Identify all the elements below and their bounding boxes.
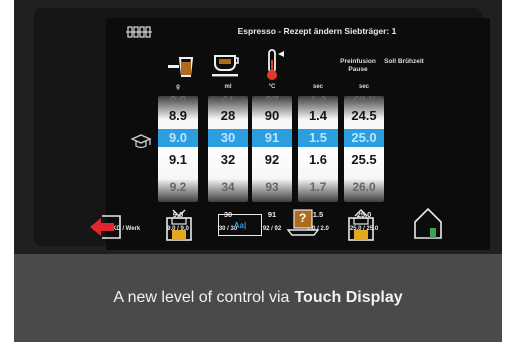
home-icon[interactable] [412, 206, 444, 240]
roller-value: 92 [264, 152, 280, 167]
caption-banner: A new level of control via Touch Display [14, 254, 502, 342]
save-down-icon[interactable] [164, 208, 194, 242]
text-edit-label: Aa| [233, 220, 247, 230]
text-edit-button[interactable]: Aa| [218, 214, 262, 236]
roller-value: 28 [220, 108, 236, 123]
unit-label: °C [268, 84, 276, 90]
unit-label: ml [224, 84, 232, 90]
roller-value: 34 [221, 180, 235, 194]
roller-value: 9.2 [169, 180, 187, 194]
roller-value: 26.0 [352, 180, 376, 194]
roller-value: 24.5 [351, 108, 377, 123]
column-header-preinfusion: Preinfusion Pause [340, 58, 376, 73]
save-up-icon[interactable] [346, 208, 376, 242]
volume-value-roller[interactable]: 27 28 30 32 34 [208, 96, 248, 202]
coffee-grounds-icon [168, 57, 194, 77]
roller-selected-value: 9.0 [158, 129, 198, 147]
cup-icon [212, 55, 239, 77]
help-button[interactable]: ? [286, 208, 320, 238]
temperature-value-roller[interactable]: 89 90 91 92 93 [252, 96, 292, 202]
screen-title: Espresso - Rezept ändern Siebträger: 1 [237, 26, 397, 36]
roller-value: 90 [264, 108, 280, 123]
column-header-bruehzeit: Soll Brühzeit [384, 58, 424, 65]
thermometer-icon [267, 49, 284, 80]
unit-label: sec [312, 84, 323, 90]
roller-value: 8.9 [168, 108, 188, 123]
roller-value: 1.4 [308, 108, 328, 123]
roller-selected-value: 1.5 [298, 129, 338, 147]
graduation-cap-icon[interactable] [130, 134, 152, 150]
grams-value-roller[interactable]: 8.8 8.9 9.0 9.1 9.2 [158, 96, 198, 202]
caption-bold-text: Touch Display [294, 289, 403, 306]
roller-value: 89 [265, 96, 279, 104]
roller-value: 9.1 [168, 152, 188, 167]
roller-selected-value: 25.0 [344, 129, 384, 147]
roller-selected-value: 30 [208, 129, 248, 147]
roller-value: 25.5 [351, 152, 377, 167]
roller-value: 32 [220, 152, 236, 167]
help-label: ? [299, 211, 307, 225]
caption-text: A new level of control via [113, 289, 290, 306]
roller-selected-value: 91 [252, 129, 292, 147]
bruehzeit-value-roller[interactable]: 24.0 24.5 25.0 25.5 26.0 [344, 96, 384, 202]
roller-value: 27 [221, 96, 235, 104]
roller-value: 1.3 [309, 96, 327, 104]
unit-label: g [176, 84, 180, 90]
back-arrow-icon[interactable] [88, 212, 126, 242]
roller-value: 1.6 [308, 152, 328, 167]
roller-value: 93 [265, 180, 279, 194]
unit-label: sec [358, 84, 369, 90]
roller-value: 1.7 [309, 180, 327, 194]
roller-value: 8.8 [169, 96, 187, 104]
preinfusion-value-roller[interactable]: 1.3 1.4 1.5 1.6 1.7 [298, 96, 338, 202]
roller-value: 24.0 [352, 96, 376, 104]
